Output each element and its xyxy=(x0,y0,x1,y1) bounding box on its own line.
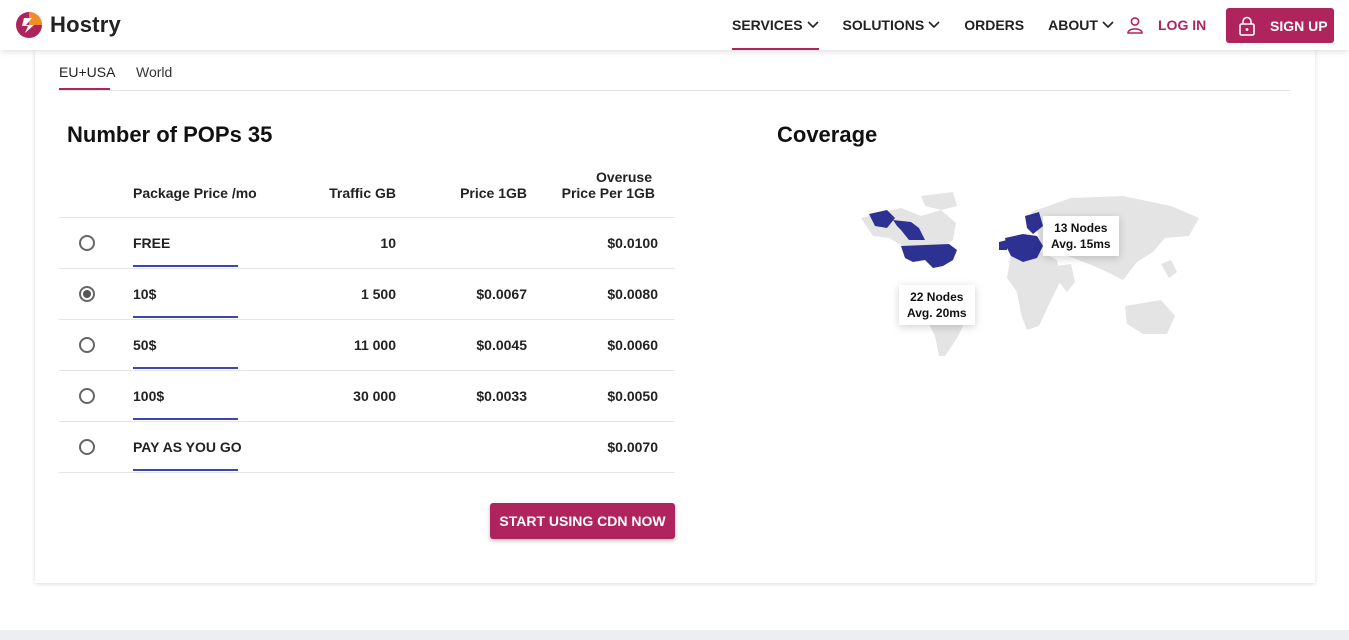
package-name: FREE xyxy=(133,235,171,251)
eu-latency: Avg. 15ms xyxy=(1051,237,1111,251)
nav-about[interactable]: ABOUT xyxy=(1048,0,1114,50)
chevron-down-icon xyxy=(1102,21,1114,29)
package-radio-selected[interactable] xyxy=(79,286,95,302)
traffic-cell: 30 000 xyxy=(353,388,396,404)
price-cell: $0.0067 xyxy=(476,286,527,302)
overuse-cell: $0.0060 xyxy=(607,337,658,353)
hostry-logo-icon xyxy=(16,12,42,38)
col-traffic: Traffic GB xyxy=(329,185,396,201)
table-row[interactable]: 100$ 30 000 $0.0033 $0.0050 xyxy=(59,371,675,422)
pricing-table-header: Package Price /mo Traffic GB Price 1GB O… xyxy=(59,168,675,218)
overuse-cell: $0.0100 xyxy=(607,235,658,251)
price-cell: $0.0033 xyxy=(476,388,527,404)
chevron-down-icon xyxy=(928,21,940,29)
package-name: PAY AS YOU GO xyxy=(133,439,242,455)
nav-services-label: SERVICES xyxy=(732,17,803,33)
col-overuse-line1: Overuse xyxy=(595,169,652,185)
package-radio[interactable] xyxy=(79,337,95,353)
package-radio[interactable] xyxy=(79,235,95,251)
nav-services[interactable]: SERVICES xyxy=(732,0,819,50)
col-price: Price 1GB xyxy=(460,185,527,201)
package-underline xyxy=(133,418,238,420)
col-package: Package Price /mo xyxy=(133,185,257,201)
login-link[interactable]: LOG IN xyxy=(1126,0,1206,50)
package-radio[interactable] xyxy=(79,388,95,404)
col-overuse-line2: Price Per 1GB xyxy=(561,185,655,201)
package-radio[interactable] xyxy=(79,439,95,455)
table-row[interactable]: PAY AS YOU GO $0.0070 xyxy=(59,422,675,473)
package-name: 100$ xyxy=(133,388,165,404)
main-nav: SERVICES SOLUTIONS ORDERS ABOUT xyxy=(732,0,1138,50)
us-coverage-tooltip: 22 Nodes Avg. 20ms xyxy=(899,285,975,325)
overuse-cell: $0.0070 xyxy=(607,439,658,455)
overuse-cell: $0.0050 xyxy=(607,388,658,404)
table-row[interactable]: 50$ 11 000 $0.0045 $0.0060 xyxy=(59,320,675,371)
world-coverage-map xyxy=(861,192,1199,356)
signup-button[interactable]: SIGN UP xyxy=(1226,8,1334,43)
traffic-cell: 1 500 xyxy=(360,286,396,302)
package-underline xyxy=(133,469,238,471)
login-label: LOG IN xyxy=(1158,17,1207,33)
footer-band xyxy=(0,630,1349,640)
overuse-cell: $0.0080 xyxy=(607,286,658,302)
user-icon xyxy=(1127,17,1143,34)
package-underline xyxy=(133,265,238,267)
chevron-down-icon xyxy=(806,21,819,29)
active-tab-indicator xyxy=(59,88,110,90)
coverage-title: Coverage xyxy=(777,122,878,147)
nav-solutions[interactable]: SOLUTIONS xyxy=(843,0,941,50)
tab-world[interactable]: World xyxy=(136,64,172,80)
cdn-pricing-card: EU+USA World Number of POPs 35 Package P… xyxy=(35,48,1315,583)
eu-coverage-tooltip: 13 Nodes Avg. 15ms xyxy=(1043,216,1119,256)
eu-nodes: 13 Nodes xyxy=(1054,221,1108,235)
package-name: 10$ xyxy=(133,286,157,302)
table-row[interactable]: 10$ 1 500 $0.0067 $0.0080 xyxy=(59,269,675,320)
traffic-cell: 10 xyxy=(380,235,396,251)
nav-orders[interactable]: ORDERS xyxy=(964,0,1024,50)
price-cell: $0.0045 xyxy=(476,337,527,353)
package-name: 50$ xyxy=(133,337,157,353)
brand-logo[interactable]: Hostry xyxy=(15,11,121,39)
lock-icon xyxy=(1239,16,1255,36)
brand-name: Hostry xyxy=(50,12,121,37)
col-overuse: Overuse Price Per 1GB xyxy=(562,169,655,201)
nav-solutions-label: SOLUTIONS xyxy=(842,17,925,33)
start-cdn-button[interactable]: START USING CDN NOW xyxy=(490,503,675,539)
package-underline xyxy=(133,367,238,369)
package-underline xyxy=(133,316,238,318)
tab-eu-usa[interactable]: EU+USA xyxy=(59,64,115,80)
table-row[interactable]: FREE 10 $0.0100 xyxy=(59,218,675,269)
us-nodes: 22 Nodes xyxy=(910,290,964,304)
pricing-title: Number of POPs 35 xyxy=(67,122,273,147)
traffic-cell: 11 000 xyxy=(353,337,396,353)
signup-label: SIGN UP xyxy=(1270,17,1328,34)
us-latency: Avg. 20ms xyxy=(907,306,967,320)
region-tabs: EU+USA World xyxy=(59,48,1291,91)
top-navigation-bar: Hostry SERVICES SOLUTIONS ORDERS ABOUT L… xyxy=(0,0,1349,50)
nav-orders-label: ORDERS xyxy=(964,17,1025,33)
nav-about-label: ABOUT xyxy=(1048,17,1098,33)
